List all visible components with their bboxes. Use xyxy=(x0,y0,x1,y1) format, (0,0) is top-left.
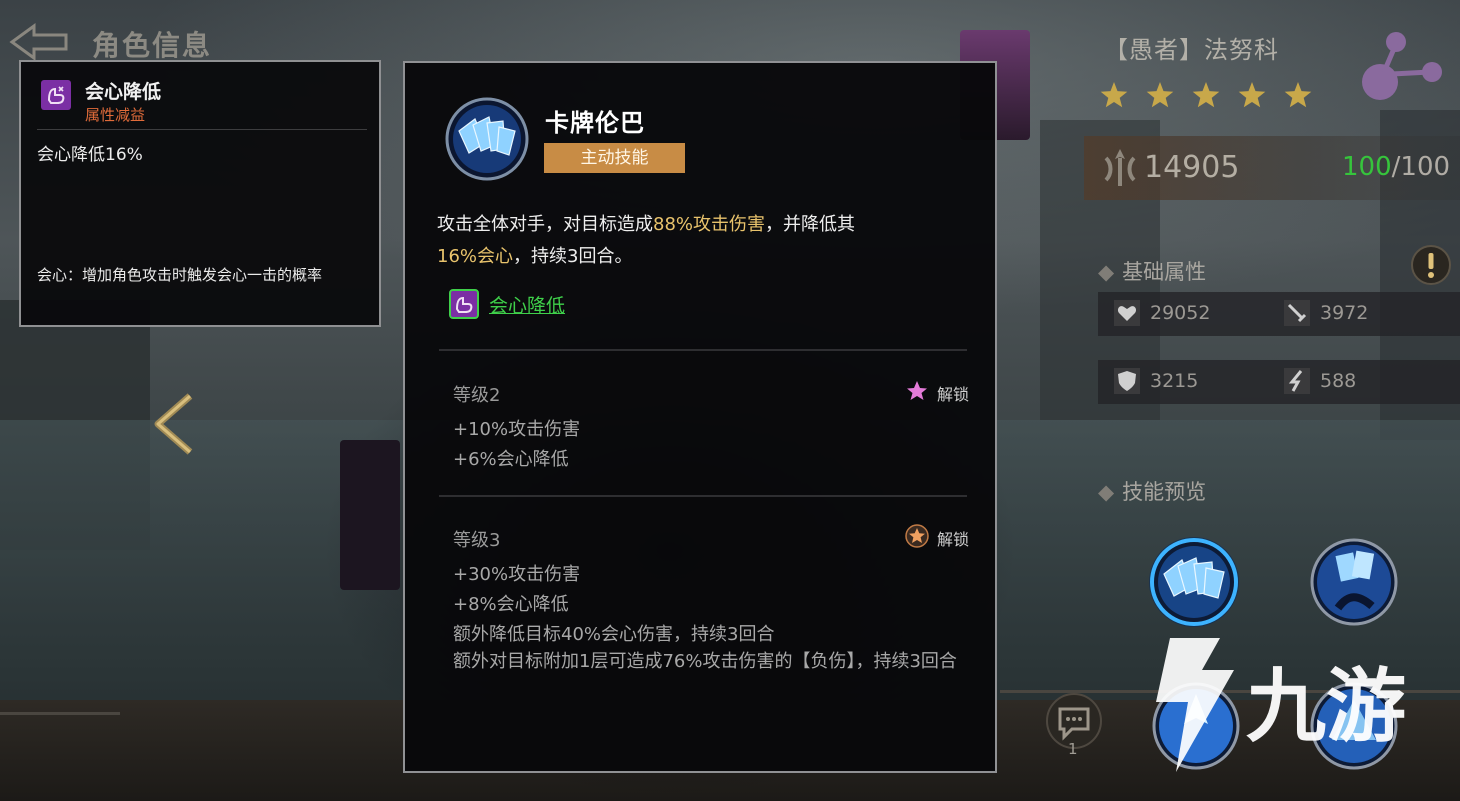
stat-row: 3215 588 xyxy=(1098,360,1460,404)
section-base-attributes: ◆ 基础属性 xyxy=(1098,256,1206,286)
speed-icon xyxy=(1284,368,1310,394)
stat-value: 3215 xyxy=(1150,370,1199,392)
level-bonus: +10%攻击伤害 xyxy=(453,419,581,440)
dock-rail xyxy=(0,712,120,715)
desc-text: ，并降低其 xyxy=(765,214,856,235)
star-icon xyxy=(1238,82,1266,108)
divider xyxy=(439,349,967,351)
desc-text: ，持续3回合。 xyxy=(513,246,633,267)
divider xyxy=(439,495,967,497)
jiuyou-logo: 九游 xyxy=(1156,638,1406,772)
level-bonus: +8%会心降低 xyxy=(453,594,569,615)
stamina-max: /100 xyxy=(1391,152,1451,182)
stat-row: 29052 3972 xyxy=(1098,292,1460,336)
bullet-icon: ◆ xyxy=(1098,480,1115,504)
stat-value: 588 xyxy=(1320,370,1357,392)
level-title: 等级2 xyxy=(453,385,501,406)
desc-highlight: 88%攻击伤害 xyxy=(653,214,766,235)
buff-description: 会心：增加角色攻击时触发会心一击的概率 xyxy=(37,266,323,284)
orange-star-icon xyxy=(905,524,929,548)
relationship-icon[interactable] xyxy=(1356,28,1446,104)
effect-name[interactable]: 会心降低 xyxy=(489,291,565,318)
skill-slot[interactable] xyxy=(1308,536,1400,628)
card-skill-icon xyxy=(445,97,529,181)
stamina-display: 100/100 xyxy=(1342,152,1450,182)
section-skill-preview: ◆ 技能预览 xyxy=(1098,476,1206,506)
desc-highlight: 16%会心 xyxy=(437,246,514,267)
level-bonus: +30%攻击伤害 xyxy=(453,564,581,585)
desc-text: 攻击全体对手，对目标造成 xyxy=(437,214,653,235)
hero-name: 【愚者】法努科 xyxy=(1104,36,1279,64)
level-bonus: 额外对目标附加1层可造成76%攻击伤害的【负伤】，持续3回合 xyxy=(453,651,957,672)
buff-type: 属性减益 xyxy=(85,106,146,124)
star-icon xyxy=(1284,82,1312,108)
star-icon xyxy=(1192,82,1220,108)
buff-name: 会心降低 xyxy=(85,81,162,103)
bullet-icon: ◆ xyxy=(1098,260,1115,284)
stamina-current: 100 xyxy=(1342,152,1392,182)
level-title: 等级3 xyxy=(453,530,501,551)
shield-icon xyxy=(1114,368,1140,394)
divider xyxy=(37,129,367,130)
power-bar: 14905 100/100 xyxy=(1084,136,1460,200)
buff-tooltip: 会心降低 属性减益 会心降低16% 会心：增加角色攻击时触发会心一击的概率 xyxy=(19,60,381,327)
star-rating xyxy=(1100,82,1312,108)
page-title: 角色信息 xyxy=(92,29,213,62)
buff-value: 会心降低16% xyxy=(37,145,143,165)
power-value: 14905 xyxy=(1144,150,1240,185)
watermark-text: 九游 xyxy=(1246,660,1406,753)
character-arm xyxy=(340,440,400,590)
fist-down-icon xyxy=(449,289,479,319)
section-label: 基础属性 xyxy=(1122,260,1207,284)
section-label: 技能预览 xyxy=(1122,480,1207,504)
level-bonus: 额外降低目标40%会心伤害，持续3回合 xyxy=(453,624,775,645)
skill-type-tag: 主动技能 xyxy=(544,143,685,173)
power-icon xyxy=(1104,149,1136,186)
chat-count: 1 xyxy=(1068,740,1078,758)
info-icon[interactable] xyxy=(1410,244,1452,286)
sword-icon xyxy=(1284,300,1310,326)
stat-value: 29052 xyxy=(1150,302,1211,324)
unlock-label: 解锁 xyxy=(937,385,970,404)
stat-value: 3972 xyxy=(1320,302,1369,324)
star-icon xyxy=(907,381,927,400)
back-arrow-icon[interactable] xyxy=(8,22,70,62)
previous-arrow-icon[interactable] xyxy=(150,392,196,456)
fist-down-icon xyxy=(41,80,71,110)
heart-icon xyxy=(1114,300,1140,326)
skill-description: 攻击全体对手，对目标造成88%攻击伤害，并降低其 16%会心，持续3回合。 xyxy=(437,209,977,273)
skill-name: 卡牌伦巴 xyxy=(545,109,645,137)
star-icon xyxy=(1100,82,1128,108)
skill-slot-selected[interactable] xyxy=(1148,536,1240,628)
star-icon xyxy=(1146,82,1174,108)
unlock-label: 解锁 xyxy=(937,530,970,549)
level-bonus: +6%会心降低 xyxy=(453,449,569,470)
skill-tooltip: 卡牌伦巴 主动技能 攻击全体对手，对目标造成88%攻击伤害，并降低其 16%会心，… xyxy=(403,61,997,773)
